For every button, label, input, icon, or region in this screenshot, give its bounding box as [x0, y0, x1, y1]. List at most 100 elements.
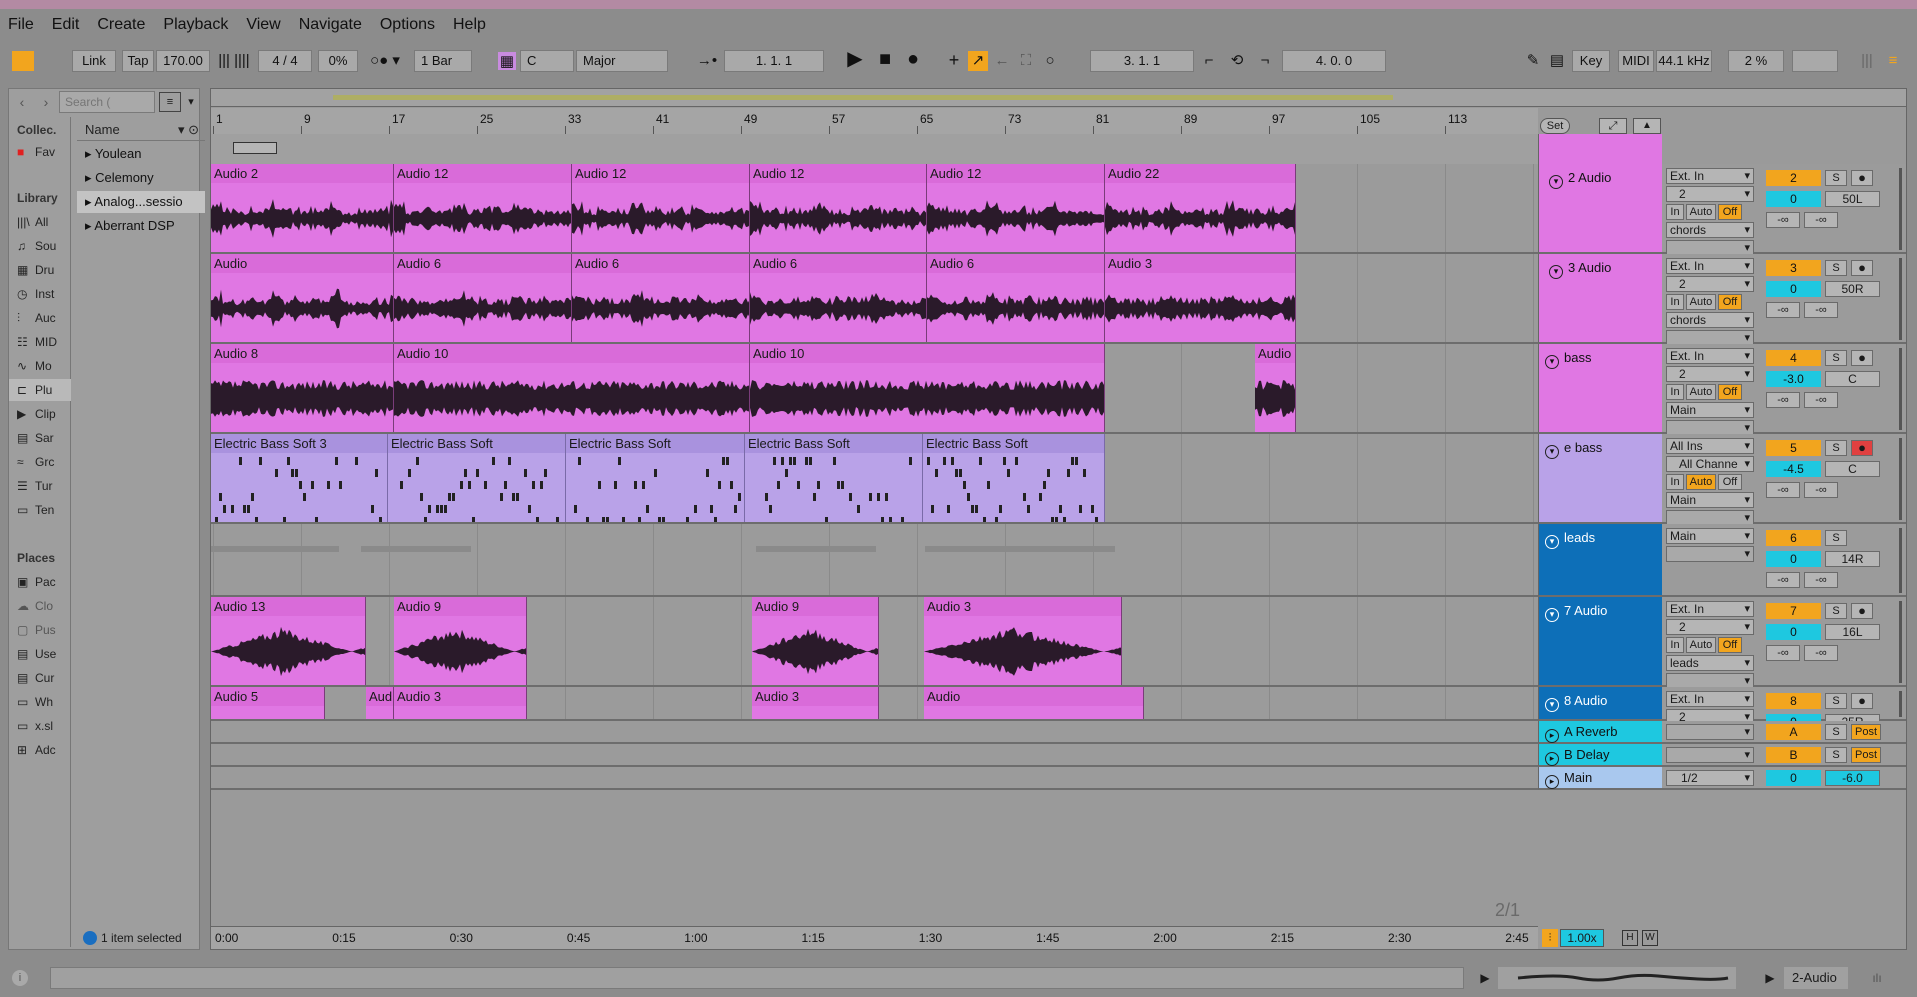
menu-icon[interactable]: ≡	[1882, 51, 1904, 71]
computer-keyboard-icon[interactable]: ▤	[1546, 51, 1568, 71]
draw-mode-icon[interactable]: ✎	[1522, 51, 1544, 71]
track-name[interactable]: bass	[1564, 350, 1591, 365]
sidebar-item-samples[interactable]: ▤ Sar	[9, 427, 71, 449]
tap-button[interactable]: Tap	[122, 50, 154, 72]
fold-track-icon[interactable]: ▸	[1545, 752, 1559, 766]
follow-icon[interactable]: →•	[694, 51, 720, 71]
fold-track-icon[interactable]: ▸	[1545, 775, 1559, 789]
browser-search-input[interactable]	[59, 91, 155, 113]
monitor-off-button[interactable]: Off	[1718, 637, 1742, 653]
sidebar-item-midi-effects[interactable]: ☷ MID	[9, 331, 71, 353]
monitor-auto-button[interactable]: Auto	[1686, 204, 1716, 220]
audio-clip[interactable]: Audio 13	[211, 597, 366, 685]
monitor-auto-button[interactable]: Auto	[1686, 637, 1716, 653]
audio-clip[interactable]: Audio 3	[394, 687, 527, 719]
folder-item[interactable]: ▸ Celemony	[77, 167, 205, 189]
sidebar-item-grooves[interactable]: ≈ Grc	[9, 451, 71, 473]
output-select[interactable]: chords	[1666, 312, 1754, 328]
sidebar-item-favorites[interactable]: ■ Fav	[9, 141, 71, 163]
record-arm-icon[interactable]: ●	[1851, 260, 1873, 276]
track-activator[interactable]: A	[1766, 724, 1821, 740]
track-header[interactable]: ▾ bass	[1538, 344, 1662, 434]
menu-view[interactable]: View	[246, 16, 280, 34]
fold-track-icon[interactable]: ▾	[1545, 608, 1559, 622]
pan-field[interactable]: 14R	[1825, 551, 1880, 567]
record-arm-icon[interactable]: ●	[1851, 693, 1873, 709]
audio-clip[interactable]: Audio 12	[572, 164, 750, 252]
sidebar-item-folder-xsl[interactable]: ▭ x.sl	[9, 715, 71, 737]
volume-field[interactable]: -3.0	[1766, 371, 1821, 387]
midi-clip[interactable]: Electric Bass Soft 3	[211, 434, 388, 522]
midi-clip[interactable]: Electric Bass Soft	[566, 434, 745, 522]
return-lane[interactable]	[211, 721, 1538, 744]
sidebar-item-drums[interactable]: ▦ Dru	[9, 259, 71, 281]
pan-field[interactable]: 16L	[1825, 624, 1880, 640]
output-select[interactable]: leads	[1666, 655, 1754, 671]
sidebar-item-current-project[interactable]: ▤ Cur	[9, 667, 71, 689]
back-icon[interactable]: ‹	[11, 91, 33, 113]
loop-length-field[interactable]: 4. 0. 0	[1282, 50, 1386, 72]
track-lane[interactable]: Audio Audio 6 Audio 6 Audio 6 Audio 6 Audio 3	[211, 254, 1538, 344]
audio-clip[interactable]: Audio 12	[927, 164, 1105, 252]
track-activator[interactable]: 5	[1766, 440, 1821, 456]
pan-field[interactable]: 50R	[1825, 281, 1880, 297]
midi-clip[interactable]: Electric Bass Soft	[388, 434, 566, 522]
volume-field[interactable]: 0	[1766, 191, 1821, 207]
re-enable-automation-icon[interactable]: ←	[992, 51, 1012, 71]
track-name[interactable]: 2 Audio	[1568, 170, 1611, 185]
menu-navigate[interactable]: Navigate	[299, 16, 362, 34]
volume-field[interactable]: 0	[1766, 551, 1821, 567]
loop-brace[interactable]	[233, 142, 277, 154]
set-locator-button[interactable]: Set	[1540, 118, 1570, 134]
session-record-icon[interactable]: ○	[1040, 51, 1060, 71]
zoom-field[interactable]: 1.00x	[1560, 929, 1604, 947]
scale-mode-icon[interactable]: ▦	[498, 52, 516, 70]
sidebar-item-push[interactable]: ▢ Pus	[9, 619, 71, 641]
monitor-auto-button[interactable]: Auto	[1686, 384, 1716, 400]
volume-field[interactable]: 0	[1766, 624, 1821, 640]
input-type-select[interactable]: Ext. In	[1666, 691, 1754, 707]
sidebar-item-user-library[interactable]: ▤ Use	[9, 643, 71, 665]
track-activator[interactable]: 4	[1766, 350, 1821, 366]
sidebar-item-plugins[interactable]: ⊏ Plu	[9, 379, 71, 401]
folder-item[interactable]: ▸ Aberrant DSP	[77, 215, 205, 237]
track-header[interactable]: ▾ leads	[1538, 524, 1662, 597]
pan-field[interactable]: C	[1825, 461, 1880, 477]
link-button[interactable]: Link	[72, 50, 116, 72]
pan-field[interactable]: 50L	[1825, 191, 1880, 207]
monitor-off-button[interactable]: Off	[1718, 474, 1742, 490]
output-select[interactable]: Main	[1666, 528, 1754, 544]
solo-button[interactable]: S	[1825, 724, 1847, 740]
audio-clip[interactable]: Aud	[366, 687, 394, 719]
return-output-field[interactable]	[1666, 724, 1754, 740]
record-icon[interactable]: ●	[902, 49, 924, 69]
solo-button[interactable]: S	[1825, 440, 1847, 456]
sidebar-item-sounds[interactable]: ♫ Sou	[9, 235, 71, 257]
overview-strip[interactable]	[211, 89, 1906, 107]
lock-icon[interactable]: ▲	[1633, 118, 1661, 134]
loop-icon[interactable]: ⟲	[1226, 51, 1248, 71]
w-button[interactable]: W	[1642, 930, 1658, 946]
audio-clip[interactable]: Audio	[924, 687, 1144, 719]
solo-button[interactable]: S	[1825, 747, 1847, 763]
pan-field[interactable]: C	[1825, 371, 1880, 387]
play-icon[interactable]: ▶	[844, 49, 866, 69]
main-volume-field[interactable]: 0	[1766, 770, 1821, 786]
audio-clip[interactable]: Audio 3	[1105, 254, 1296, 342]
audio-clip[interactable]: Audio 6	[927, 254, 1105, 342]
return-lane[interactable]	[211, 744, 1538, 767]
input-channel-select[interactable]: 2	[1666, 366, 1754, 382]
fold-track-icon[interactable]: ▾	[1549, 175, 1563, 189]
punch-out-icon[interactable]: ¬	[1254, 51, 1276, 71]
record-arm-icon[interactable]: ●	[1851, 350, 1873, 366]
output-select[interactable]: chords	[1666, 222, 1754, 238]
overdub-icon[interactable]: +	[944, 50, 964, 70]
loop-start-field[interactable]: 3. 1. 1	[1090, 50, 1194, 72]
track-header[interactable]: ▾ e bass	[1538, 434, 1662, 524]
track-lane[interactable]: Audio 2 Audio 12 Audio 12 Audio 12 Audio 12 A…	[211, 164, 1538, 254]
fold-track-icon[interactable]: ▾	[1549, 265, 1563, 279]
fold-expand-icon[interactable]: ⤢	[1599, 118, 1627, 134]
input-channel-select[interactable]: 2	[1666, 619, 1754, 635]
input-type-select[interactable]: Ext. In	[1666, 348, 1754, 364]
cue-output-select[interactable]: 1/2	[1666, 770, 1754, 786]
